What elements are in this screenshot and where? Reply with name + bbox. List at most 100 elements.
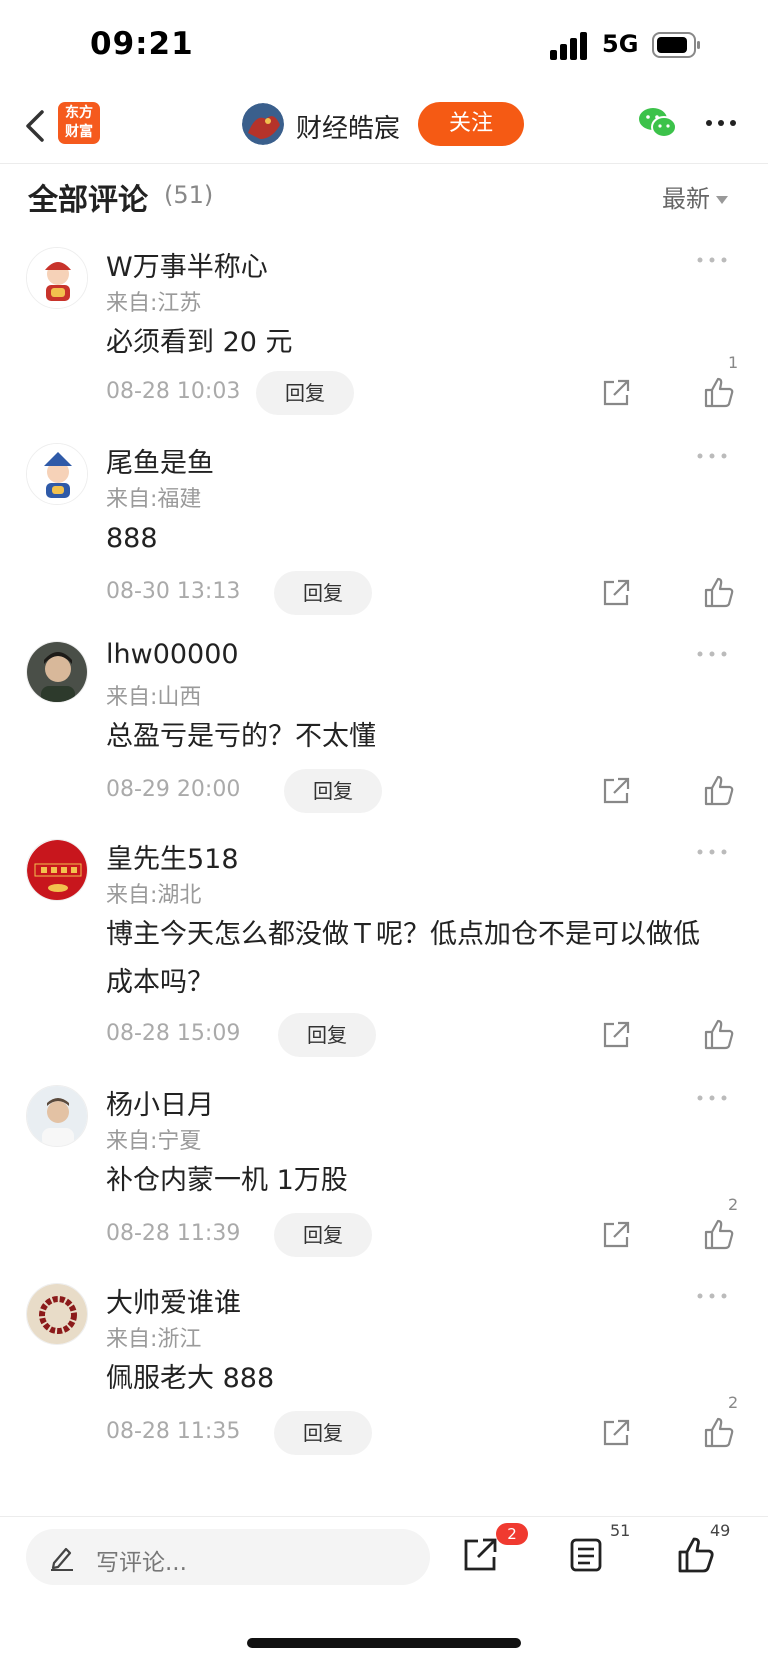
comment-item: lhw00000 来自:山西 总盈亏是亏的？不太懂 08-29 20:00 回复: [0, 625, 768, 823]
avatar-image: [27, 444, 87, 504]
share-icon[interactable]: [600, 775, 632, 807]
comments-count: 51: [610, 1521, 631, 1540]
comment-item: W万事半称心 来自:江苏 必须看到 20 元 08-28 10:03 回复 1: [0, 231, 768, 427]
pen-icon: [51, 1547, 73, 1571]
like-count: 1: [728, 353, 739, 372]
sort-select[interactable]: 最新: [662, 179, 728, 214]
comment-text: 博主今天怎么都没做Ｔ呢？低点加仓不是可以做低成本吗？: [106, 919, 700, 998]
battery-icon: [652, 32, 700, 58]
like-icon[interactable]: [702, 575, 736, 609]
like-count: 2: [728, 1195, 739, 1214]
reply-button[interactable]: 回复: [274, 1411, 372, 1455]
comment-location: 来自:福建: [106, 487, 202, 512]
back-arrow-icon[interactable]: [22, 104, 52, 148]
comments-icon[interactable]: [566, 1535, 606, 1575]
avatar[interactable]: [26, 1283, 88, 1345]
author-avatar[interactable]: [242, 103, 284, 145]
comment-input[interactable]: 写评论...: [26, 1529, 430, 1585]
comment-time: 08-30 13:13: [106, 579, 241, 604]
comment-more-icon[interactable]: [692, 647, 732, 661]
avatar-image: [27, 840, 87, 900]
comment-more-icon[interactable]: [692, 1289, 732, 1303]
reply-button[interactable]: 回复: [274, 1213, 372, 1257]
comment-meta: 08-30 13:13 回复: [0, 571, 768, 615]
signal-icon: [550, 32, 587, 60]
reply-button[interactable]: 回复: [284, 769, 382, 813]
home-indicator[interactable]: [247, 1638, 521, 1648]
comment-time: 08-29 20:00: [106, 777, 241, 802]
comment-location: 来自:江苏: [106, 291, 202, 316]
comment-list: W万事半称心 来自:江苏 必须看到 20 元 08-28 10:03 回复 1 …: [0, 231, 768, 1515]
nav-bar: 东方 财富 财经皓宸 关注: [0, 90, 768, 164]
comment-text: 佩服老大 888: [106, 1363, 275, 1394]
comment-author[interactable]: 皇先生518: [106, 837, 239, 876]
like-icon[interactable]: [702, 1217, 736, 1251]
comment-meta: 08-28 10:03 回复 1: [0, 353, 768, 415]
comment-more-icon[interactable]: [692, 845, 732, 859]
like-count: 2: [728, 1393, 739, 1412]
bottom-bar: 写评论... 2 51 49: [0, 1516, 768, 1662]
share-icon[interactable]: [600, 1219, 632, 1251]
comment-author[interactable]: 大帅爱谁谁: [106, 1281, 241, 1320]
comment-time: 08-28 11:39: [106, 1221, 241, 1246]
share-badge: 2: [496, 1523, 528, 1545]
like-icon[interactable]: [676, 1535, 716, 1575]
comments-header: 全部评论 (51) 最新: [0, 165, 768, 231]
comment-meta: 08-28 11:35 回复 2: [0, 1393, 768, 1455]
sort-label: 最新: [662, 185, 710, 213]
comment-meta: 08-28 11:39 回复 2: [0, 1195, 768, 1257]
logo-line2: 财富: [65, 124, 93, 140]
avatar-image: [27, 1086, 87, 1146]
more-icon[interactable]: [704, 108, 738, 138]
share-icon[interactable]: [600, 1417, 632, 1449]
comment-text: 总盈亏是亏的？不太懂: [106, 721, 376, 752]
wechat-icon[interactable]: [638, 106, 678, 140]
reply-button[interactable]: 回复: [274, 571, 372, 615]
like-icon[interactable]: [702, 1017, 736, 1051]
comment-author[interactable]: 尾鱼是鱼: [106, 441, 214, 480]
share-icon[interactable]: [600, 577, 632, 609]
comment-meta: 08-28 15:09 回复: [0, 1013, 768, 1057]
author-name[interactable]: 财经皓宸: [296, 108, 400, 145]
reply-button[interactable]: 回复: [256, 371, 354, 415]
like-count: 49: [710, 1521, 731, 1540]
like-icon[interactable]: [702, 375, 736, 409]
avatar[interactable]: [26, 839, 88, 901]
share-icon[interactable]: [600, 1019, 632, 1051]
comment-text: 必须看到 20 元: [106, 327, 293, 358]
reply-button[interactable]: 回复: [278, 1013, 376, 1057]
comment-author[interactable]: lhw00000: [106, 639, 239, 670]
comment-location: 来自:湖北: [106, 883, 202, 908]
avatar[interactable]: [26, 247, 88, 309]
like-icon[interactable]: [702, 773, 736, 807]
comment-more-icon[interactable]: [692, 253, 732, 267]
app-logo: 东方 财富: [58, 102, 100, 144]
avatar-image: [27, 248, 87, 308]
comment-author[interactable]: W万事半称心: [106, 245, 268, 284]
comment-time: 08-28 10:03: [106, 379, 241, 404]
avatar-image: [27, 1284, 87, 1344]
follow-button[interactable]: 关注: [418, 102, 524, 146]
avatar[interactable]: [26, 1085, 88, 1147]
comment-time: 08-28 11:35: [106, 1419, 241, 1444]
like-icon[interactable]: [702, 1415, 736, 1449]
comment-item: 大帅爱谁谁 来自:浙江 佩服老大 888 08-28 11:35 回复 2: [0, 1267, 768, 1487]
avatar[interactable]: [26, 443, 88, 505]
comment-text: 补仓内蒙一机 1万股: [106, 1165, 348, 1196]
comment-item: 杨小日月 来自:宁夏 补仓内蒙一机 1万股 08-28 11:39 回复 2: [0, 1069, 768, 1267]
comment-meta: 08-29 20:00 回复: [0, 769, 768, 813]
avatar[interactable]: [26, 641, 88, 703]
comment-more-icon[interactable]: [692, 1091, 732, 1105]
share-icon[interactable]: [600, 377, 632, 409]
comments-title: 全部评论: [28, 183, 148, 218]
avatar-image: [27, 642, 87, 702]
comment-more-icon[interactable]: [692, 449, 732, 463]
status-time: 09:21: [90, 26, 194, 62]
network-type: 5G: [602, 30, 639, 58]
comment-item: 皇先生518 来自:湖北 博主今天怎么都没做Ｔ呢？低点加仓不是可以做低成本吗？ …: [0, 823, 768, 1069]
share-icon[interactable]: [460, 1535, 500, 1575]
comment-author[interactable]: 杨小日月: [106, 1083, 214, 1122]
comment-input-placeholder: 写评论...: [96, 1550, 187, 1576]
comment-location: 来自:浙江: [106, 1327, 202, 1352]
comment-text: 888: [106, 523, 158, 554]
